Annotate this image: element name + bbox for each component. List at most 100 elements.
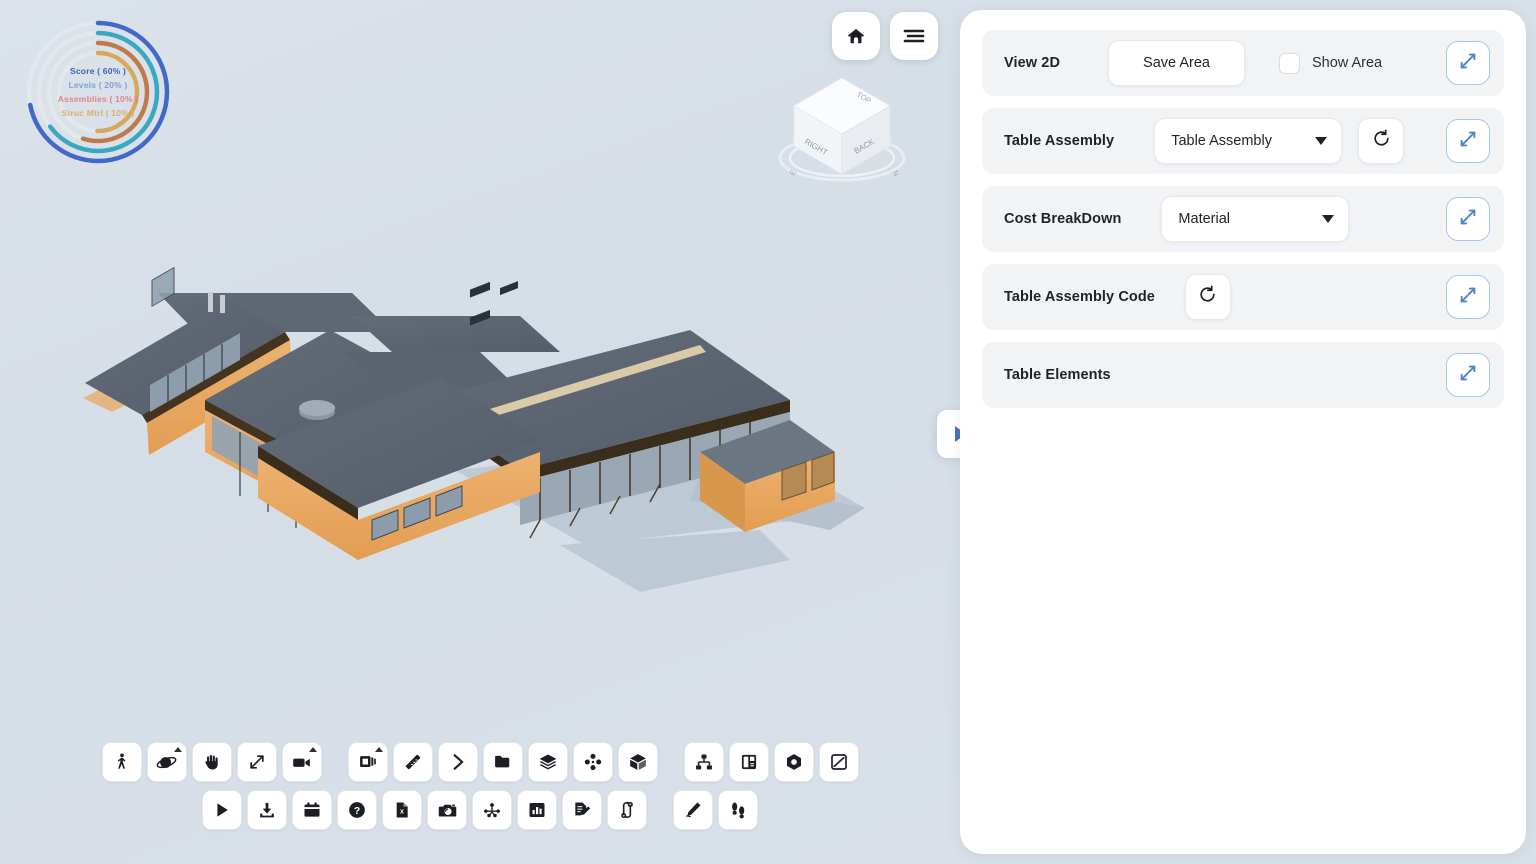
split-view-tool-button[interactable] — [728, 742, 769, 782]
chart-tool-button[interactable] — [517, 790, 557, 830]
help-tool-button[interactable]: ? — [337, 790, 377, 830]
expand-diagonal-icon — [1457, 206, 1479, 233]
toolbar-group-views — [347, 742, 658, 782]
download-tool-button[interactable] — [247, 790, 287, 830]
question-circle-icon: ? — [347, 800, 367, 820]
excel-export-tool-button[interactable]: x — [382, 790, 422, 830]
pan-tool-button[interactable] — [191, 742, 232, 782]
expand-diagonal-icon — [1457, 362, 1479, 389]
table-assembly-refresh-button[interactable] — [1358, 118, 1405, 164]
next-tool-button[interactable] — [437, 742, 478, 782]
cost-breakdown-select[interactable]: Material — [1161, 196, 1350, 242]
refresh-icon — [1371, 128, 1392, 154]
toolbar-group-navigation — [101, 742, 322, 782]
expand-table-assembly-code-button[interactable] — [1446, 275, 1490, 319]
properties-tool-button[interactable] — [773, 742, 814, 782]
stacked-frames-icon — [358, 752, 378, 772]
expand-diagonal-icon — [1457, 128, 1479, 155]
svg-text:?: ? — [354, 806, 360, 817]
views-tool-button[interactable] — [347, 742, 388, 782]
snapshot-tool-button[interactable] — [427, 790, 467, 830]
show-area-checkbox[interactable] — [1278, 52, 1300, 74]
split-panel-icon — [739, 752, 759, 772]
section-tool-button[interactable] — [572, 742, 613, 782]
toolbar-row-1 — [0, 742, 960, 782]
row-label-table-elements: Table Elements — [1004, 367, 1111, 383]
viewport-top-nav — [832, 12, 938, 60]
node-graph-icon — [482, 800, 502, 820]
report-tool-button[interactable] — [562, 790, 602, 830]
compass-label-east: E — [788, 168, 798, 177]
table-assembly-select[interactable]: Table Assembly — [1154, 118, 1343, 164]
sync-compare-icon — [617, 800, 637, 820]
table-assembly-select-value: Table Assembly — [1171, 133, 1272, 149]
photo-camera-icon — [437, 800, 458, 821]
excel-file-icon: x — [392, 800, 412, 820]
model-viewport[interactable]: Score ( 60% ) Levels ( 20% ) Assemblies … — [0, 0, 960, 864]
network-tool-button[interactable] — [472, 790, 512, 830]
camera-tool-button[interactable] — [281, 742, 322, 782]
svg-text:x: x — [400, 809, 404, 816]
bottom-toolbar: ? x — [0, 742, 960, 838]
hierarchy-tool-button[interactable] — [683, 742, 724, 782]
footsteps-icon — [728, 800, 748, 820]
bim-viewer-app: Score ( 60% ) Levels ( 20% ) Assemblies … — [0, 0, 1536, 864]
row-label-table-assembly-code: Table Assembly Code — [1004, 289, 1155, 305]
box-tool-button[interactable] — [617, 742, 658, 782]
menu-button[interactable] — [890, 12, 938, 60]
hamburger-menu-icon — [902, 27, 926, 45]
schedule-tool-button[interactable] — [292, 790, 332, 830]
chevron-down-icon — [1315, 137, 1328, 145]
footsteps-tool-button[interactable] — [718, 790, 758, 830]
calendar-icon — [302, 800, 322, 820]
expand-diagonal-icon — [1457, 284, 1479, 311]
expand-table-assembly-button[interactable] — [1446, 119, 1490, 163]
table-assembly-code-refresh-button[interactable] — [1184, 274, 1231, 320]
hand-pan-icon — [202, 752, 222, 772]
show-area-label: Show Area — [1311, 55, 1383, 71]
toolbar-group-actions: ? x — [202, 790, 647, 830]
toolbar-row-2: ? x — [0, 790, 960, 830]
home-icon — [845, 25, 867, 47]
video-camera-icon — [291, 752, 312, 773]
row-label-table-assembly: Table Assembly — [1004, 133, 1115, 149]
compare-tool-button[interactable] — [607, 790, 647, 830]
markup-tool-button[interactable] — [673, 790, 713, 830]
zoom-tool-button[interactable] — [236, 742, 277, 782]
layers-tool-button[interactable] — [527, 742, 568, 782]
panel-row-table-elements: Table Elements — [982, 342, 1504, 408]
cube-icon — [628, 752, 648, 772]
toolbar-group-structure — [683, 742, 859, 782]
orbit-tool-button[interactable] — [146, 742, 187, 782]
panel-row-table-assembly-code: Table Assembly Code — [982, 264, 1504, 330]
tree-hierarchy-icon — [694, 752, 714, 772]
properties-panel: View 2D Save Area Show Area Table Assemb… — [960, 10, 1526, 854]
row-label-cost-breakdown: Cost BreakDown — [1004, 211, 1122, 227]
panel-row-view-2d: View 2D Save Area Show Area — [982, 30, 1504, 96]
hexagon-icon — [784, 752, 804, 772]
chevron-right-icon — [448, 752, 468, 772]
transform-tool-button[interactable] — [818, 742, 859, 782]
four-nodes-icon — [583, 752, 603, 772]
measure-tool-button[interactable] — [392, 742, 433, 782]
zoom-diagonal-icon — [247, 752, 267, 772]
play-icon — [212, 800, 232, 820]
home-button[interactable] — [832, 12, 880, 60]
expand-view-2d-button[interactable] — [1446, 41, 1490, 85]
save-area-button[interactable]: Save Area — [1108, 40, 1245, 86]
show-area-checkbox-wrapper[interactable]: Show Area — [1278, 52, 1383, 74]
expand-cost-breakdown-button[interactable] — [1446, 197, 1490, 241]
panel-row-cost-breakdown: Cost BreakDown Material — [982, 186, 1504, 252]
orbit-icon — [156, 752, 177, 773]
ruler-icon — [403, 752, 423, 772]
pencil-icon — [683, 800, 703, 820]
view-cube[interactable]: TOP RIGHT BACK E N — [772, 66, 922, 186]
toolbar-group-markup — [673, 790, 758, 830]
walk-tool-button[interactable] — [101, 742, 142, 782]
refresh-icon — [1197, 284, 1218, 310]
play-tool-button[interactable] — [202, 790, 242, 830]
chevron-down-icon — [1322, 215, 1335, 223]
expand-table-elements-button[interactable] — [1446, 353, 1490, 397]
folder-tool-button[interactable] — [482, 742, 523, 782]
document-edit-icon — [572, 800, 592, 820]
